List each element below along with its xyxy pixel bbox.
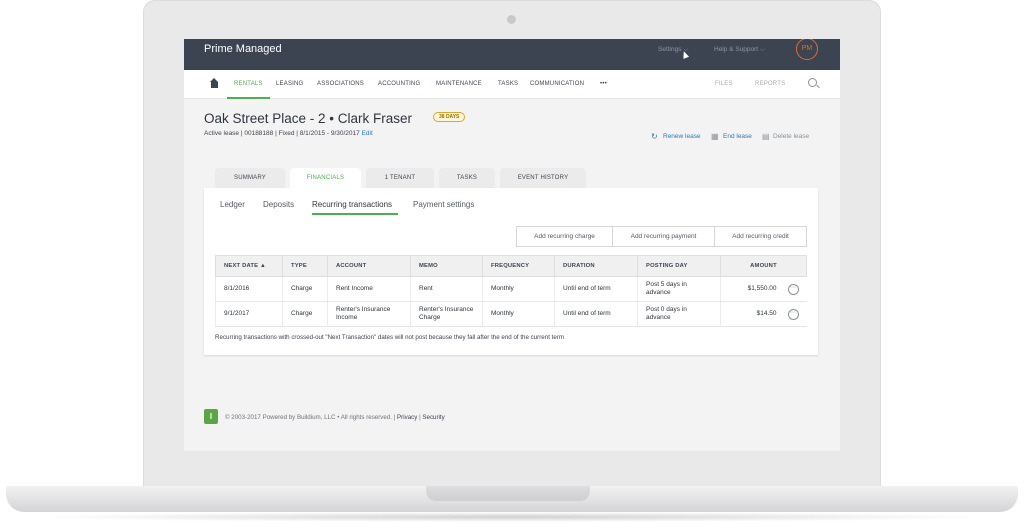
cell-amount: $1,550.00 ⋯ [720,276,807,302]
col-account[interactable]: ACCOUNT [327,255,411,277]
col-type[interactable]: TYPE [282,255,328,277]
cell-type: Charge [282,276,328,302]
cell-next-date: 9/1/2017 [215,301,283,327]
table-row[interactable]: 8/1/2016 Charge Rent Income Rent Monthly… [215,276,807,302]
tab-tenant[interactable]: 1 TENANT [366,168,434,188]
status-badge: 38 DAYS [433,112,466,122]
financials-panel: Ledger Deposits Recurring transactions P… [204,188,818,355]
edit-link[interactable]: Edit [362,130,373,137]
laptop-notch [426,486,590,501]
cell-posting-day: Post 0 days in advance [637,301,721,327]
nav-rentals[interactable]: RENTALS [234,81,263,87]
add-recurring-payment-button[interactable]: Add recurring payment [612,226,715,247]
lease-subtitle: Active lease | 00188188 | Fixed | 8/1/20… [204,130,373,137]
footer-copyright: © 2003-2017 Powered by Buildium, LLC • A… [225,414,392,421]
nav-leasing[interactable]: LEASING [276,81,303,87]
amount-value: $1,550.00 [747,285,777,292]
nav-associations[interactable]: ASSOCIATIONS [317,81,364,87]
chevron-down-icon: ⌵ [760,47,765,53]
cell-account: Renter's Insurance Income [327,301,411,327]
tab-financials[interactable]: FINANCIALS [290,168,361,189]
nav-more[interactable]: ••• [600,81,607,87]
subtab-payment-settings[interactable]: Payment settings [413,200,474,209]
cell-frequency: Monthly [482,276,555,302]
active-subtab-indicator [312,213,398,215]
search-icon[interactable] [808,78,817,87]
nav-files[interactable]: FILES [715,81,733,87]
tab-tasks[interactable]: TASKS [439,168,495,188]
camera-dot [507,15,516,24]
nav-accounting[interactable]: ACCOUNTING [378,81,420,87]
brand-name[interactable]: Prime Managed [204,43,282,55]
renew-icon: ↻ [651,132,658,141]
tab-summary[interactable]: SUMMARY [215,168,285,188]
col-amount[interactable]: AMOUNT [720,255,807,277]
cell-memo: Rent [410,276,483,302]
settings-label: Settings [658,46,682,53]
trash-icon: ▤ [762,132,770,141]
cell-frequency: Monthly [482,301,555,327]
add-recurring-charge-button[interactable]: Add recurring charge [516,226,613,247]
cell-next-date: 8/1/2016 [215,276,283,302]
amount-value: $14.50 [756,310,777,317]
avatar[interactable]: PM [796,39,818,60]
nav-tasks[interactable]: TASKS [498,81,518,87]
col-next-date[interactable]: NEXT DATE ▲ [215,255,283,277]
privacy-link[interactable]: Privacy [397,414,417,421]
nav-maintenance[interactable]: MAINTENANCE [436,81,482,87]
help-label: Help & Support [714,46,759,53]
lease-details: Active lease | 00188188 | Fixed | 8/1/20… [204,130,360,137]
recurring-note: Recurring transactions with crossed-out … [215,334,565,341]
laptop-shadow [30,512,994,522]
nav-communication[interactable]: COMMUNICATION [530,81,584,87]
col-memo[interactable]: MEMO [410,255,483,277]
top-bar: Prime Managed Settings ⌵ Help & Support ⌵ … [184,39,840,70]
table-header-row: NEXT DATE ▲ TYPE ACCOUNT MEMO FREQUENCY … [215,255,807,277]
security-link[interactable]: Security [422,414,444,421]
col-duration[interactable]: DURATION [554,255,638,277]
help-menu[interactable]: Help & Support ⌵ [714,46,765,54]
add-recurring-credit-button[interactable]: Add recurring credit [714,226,807,247]
cell-posting-day: Post 5 days in advance [637,276,721,302]
more-options-icon[interactable]: ⋯ [787,309,799,320]
tab-event-history[interactable]: EVENT HISTORY [500,168,586,188]
more-options-icon[interactable]: ⋯ [787,284,799,295]
cell-amount: $14.50 ⋯ [720,301,807,327]
subtab-recurring[interactable]: Recurring transactions [312,200,392,209]
buildium-logo-icon: l [204,409,218,424]
subtab-deposits[interactable]: Deposits [263,200,294,209]
active-nav-indicator [227,97,270,99]
cell-duration: Until end of term [554,301,638,327]
cell-duration: Until end of term [554,276,638,302]
app-screen: Prime Managed Settings ⌵ Help & Support ⌵ … [184,39,840,451]
col-frequency[interactable]: FREQUENCY [482,255,555,277]
subtab-ledger[interactable]: Ledger [220,200,245,209]
col-posting-day[interactable]: POSTING DAY [637,255,721,277]
end-lease-link[interactable]: End lease [723,133,752,140]
cell-type: Charge [282,301,328,327]
cell-memo: Renter's Insurance Charge [410,301,483,327]
home-icon[interactable] [210,78,218,88]
table-row[interactable]: 9/1/2017 Charge Renter's Insurance Incom… [215,301,807,327]
page-title: Oak Street Place - 2 • Clark Fraser [204,111,413,126]
renew-lease-link[interactable]: Renew lease [663,133,701,140]
cell-account: Rent Income [327,276,411,302]
main-nav: RENTALS LEASING ASSOCIATIONS ACCOUNTING … [184,70,840,99]
footer: © 2003-2017 Powered by Buildium, LLC • A… [225,414,445,421]
delete-lease-link[interactable]: Delete lease [773,133,809,140]
calendar-icon: ▦ [711,132,719,141]
recurring-transactions-table: NEXT DATE ▲ TYPE ACCOUNT MEMO FREQUENCY … [215,255,807,327]
nav-reports[interactable]: REPORTS [755,81,785,87]
